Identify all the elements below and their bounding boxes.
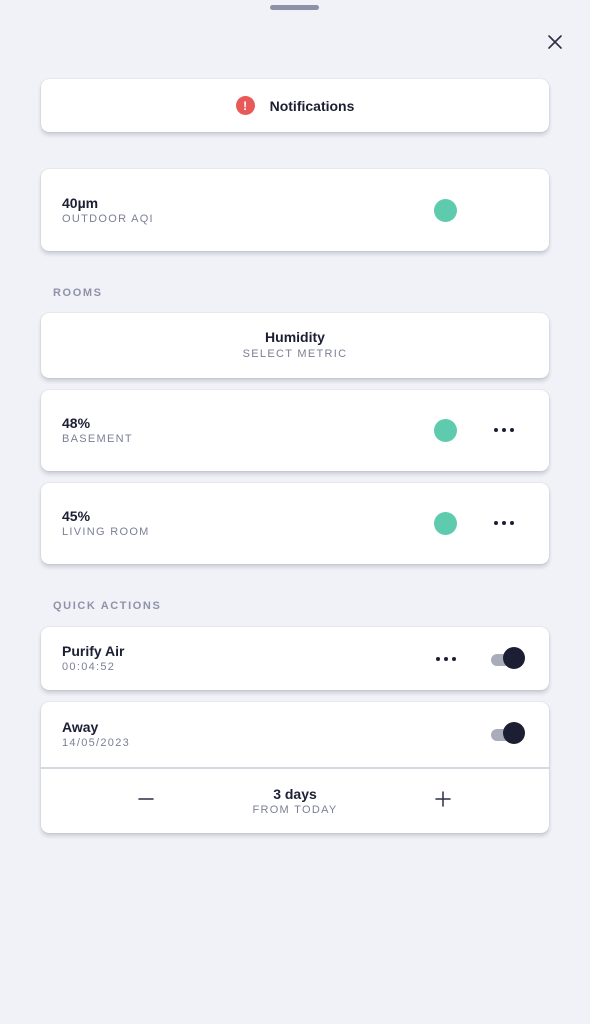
purify-air-timer: 00:04:52 xyxy=(62,661,116,673)
room-card-living-room[interactable]: 45% LIVING ROOM xyxy=(41,483,549,564)
more-icon[interactable] xyxy=(494,513,514,533)
away-header: Away 14/05/2023 xyxy=(41,702,549,767)
metric-value: Humidity xyxy=(265,329,325,345)
purify-air-card: Purify Air 00:04:52 xyxy=(41,627,549,690)
rooms-section-label: ROOMS xyxy=(53,287,103,299)
status-indicator xyxy=(434,512,457,535)
status-indicator xyxy=(434,419,457,442)
notifications-button[interactable]: ! Notifications xyxy=(41,79,549,132)
more-icon[interactable] xyxy=(494,420,514,440)
away-toggle[interactable] xyxy=(491,722,526,746)
toggle-knob xyxy=(503,647,525,669)
outdoor-aqi-value: 40µm xyxy=(62,194,99,211)
away-title: Away xyxy=(62,719,99,735)
room-name: LIVING ROOM xyxy=(62,526,150,538)
away-date: 14/05/2023 xyxy=(62,737,131,749)
drag-handle[interactable] xyxy=(270,5,319,10)
notifications-label: Notifications xyxy=(269,97,355,114)
room-card-basement[interactable]: 48% BASEMENT xyxy=(41,390,549,471)
duration-label: FROM TODAY xyxy=(252,804,338,816)
close-icon[interactable] xyxy=(545,32,565,52)
toggle-knob xyxy=(503,722,525,744)
away-card: Away 14/05/2023 3 days FROM TODAY xyxy=(41,702,549,833)
metric-label: SELECT METRIC xyxy=(242,348,348,360)
duration-value: 3 days xyxy=(273,786,317,802)
room-value: 48% xyxy=(62,415,91,431)
outdoor-aqi-label: OUTDOOR AQI xyxy=(62,212,154,225)
more-icon[interactable] xyxy=(436,649,456,669)
purify-air-title: Purify Air xyxy=(62,643,125,659)
purify-air-toggle[interactable] xyxy=(491,647,526,671)
alert-icon: ! xyxy=(235,96,255,115)
room-name: BASEMENT xyxy=(62,433,133,445)
plus-icon[interactable] xyxy=(433,789,453,809)
outdoor-aqi-text: 40µm OUTDOOR AQI xyxy=(62,195,154,226)
duration-display: 3 days FROM TODAY xyxy=(41,786,549,817)
room-value: 45% xyxy=(62,508,91,524)
outdoor-aqi-card: 40µm OUTDOOR AQI xyxy=(41,169,549,251)
metric-selector[interactable]: Humidity SELECT METRIC xyxy=(41,313,549,378)
status-indicator xyxy=(434,199,457,222)
quick-actions-section-label: QUICK ACTIONS xyxy=(53,600,162,612)
duration-stepper: 3 days FROM TODAY xyxy=(41,769,549,833)
